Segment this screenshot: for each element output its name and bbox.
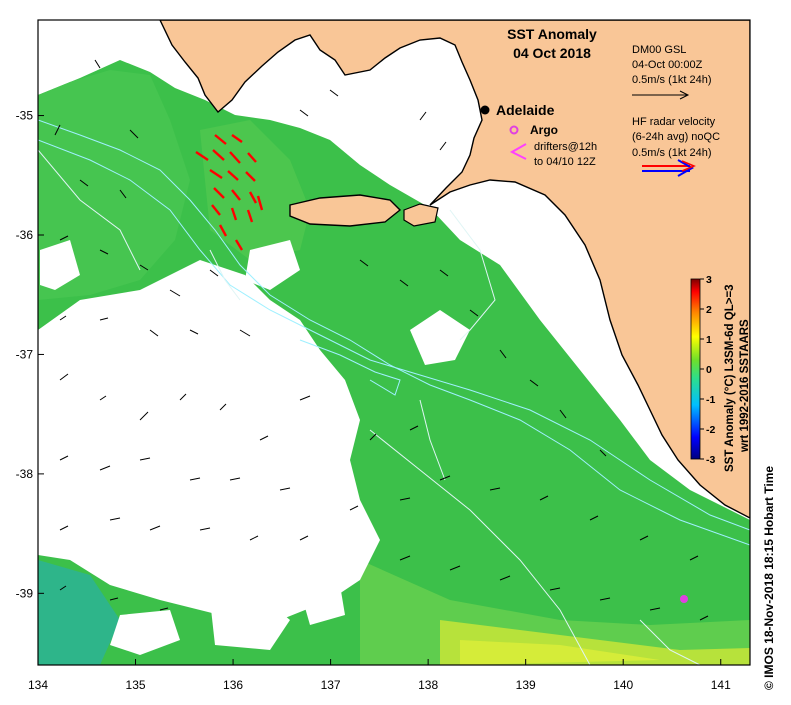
colorbar-label-line-1: SST Anomaly (°C) L3SM-6d QL>=3 — [724, 284, 736, 472]
argo-marker — [680, 595, 688, 603]
x-tick-label: 141 — [711, 678, 731, 692]
colorbar-tick-label: -1 — [706, 394, 715, 406]
colorbar-tick-label: -3 — [706, 454, 715, 466]
y-tick-label: -35 — [16, 109, 34, 123]
drifters-legend-line-2: to 04/10 12Z — [534, 156, 596, 168]
hf-legend-line-1: HF radar velocity — [632, 116, 716, 128]
y-tick-label: -39 — [16, 586, 34, 600]
colorbar-tick-label: 0 — [706, 364, 712, 376]
colorbar-tick-label: 2 — [706, 304, 712, 316]
drifters-legend-line-1: drifters@12h — [534, 141, 597, 153]
y-tick-label: -36 — [16, 228, 34, 242]
hf-legend-line-2: (6-24h avg) noQC — [632, 131, 720, 143]
hf-legend-line-3: 0.5m/s (1kt 24h) — [632, 147, 711, 159]
y-tick-label: -38 — [16, 467, 34, 481]
colorbar-tick-label: 1 — [706, 334, 712, 346]
title-line-2: 04 Oct 2018 — [513, 45, 591, 61]
y-tick-label: -37 — [16, 347, 34, 361]
sst-anomaly-map: 134 135 136 137 138 139 140 141 -35 -36 -37 -38 -39 … — [0, 0, 791, 700]
x-tick-label: 134 — [28, 678, 48, 692]
x-tick-label: 135 — [126, 678, 146, 692]
dm-legend-line-3: 0.5m/s (1kt 24h) — [632, 74, 711, 86]
x-tick-label: 139 — [516, 678, 536, 692]
colorbar-tick-label: 3 — [706, 274, 712, 286]
dm-legend-line-1: DM00 GSL — [632, 44, 686, 56]
colorbar-gradient — [690, 278, 701, 460]
title-line-1: SST Anomaly — [507, 26, 597, 42]
colorbar-tick-label: -2 — [706, 424, 715, 436]
x-tick-label: 137 — [321, 678, 341, 692]
x-tick-label: 140 — [613, 678, 633, 692]
argo-legend-label: Argo — [530, 123, 558, 137]
x-tick-label: 136 — [223, 678, 243, 692]
colorbar-label-line-2: wrt 1992-2016 SSTAARS — [739, 319, 751, 453]
x-tick-label: 138 — [418, 678, 438, 692]
copyright-notice: © IMOS 18-Nov-2018 18:15 Hobart Time — [762, 465, 776, 690]
city-label: Adelaide — [496, 102, 555, 118]
city-marker-icon — [480, 105, 490, 115]
dm-legend-line-2: 04-Oct 00:00Z — [632, 59, 703, 71]
